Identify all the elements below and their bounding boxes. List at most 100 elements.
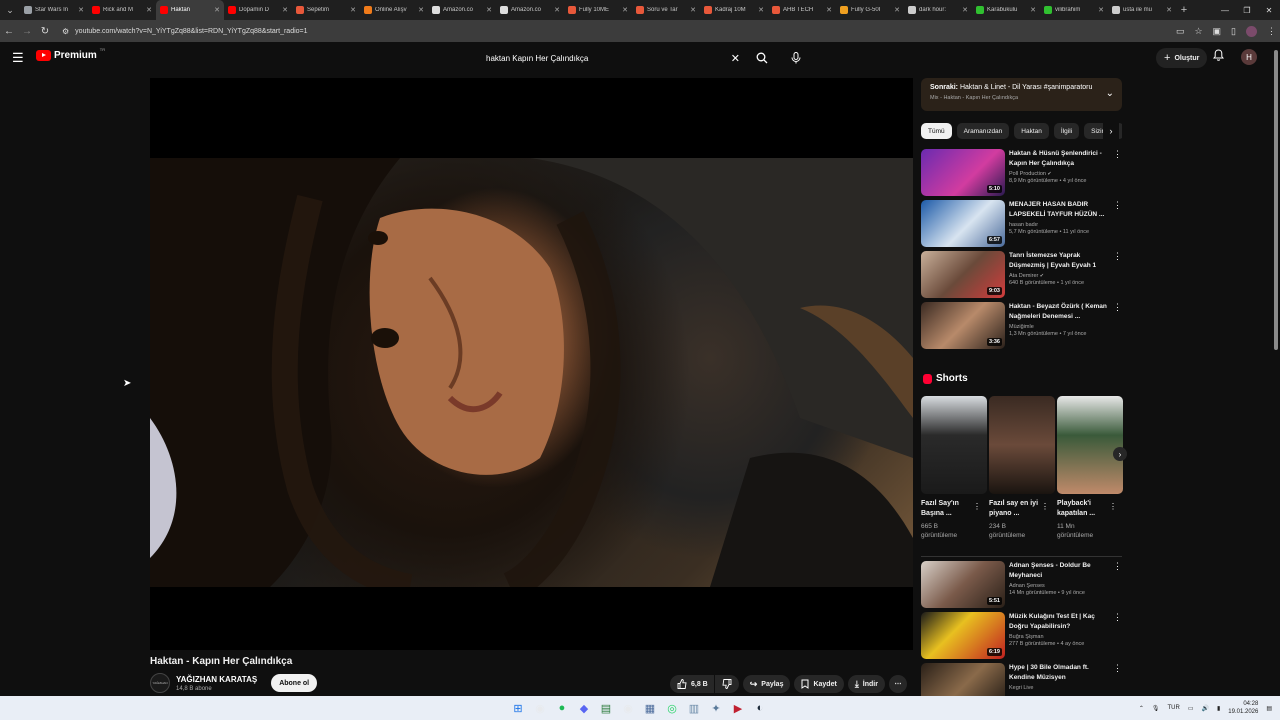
browser-tab[interactable]: Online Alışv ✕ bbox=[360, 0, 428, 20]
new-tab-button[interactable]: + bbox=[1176, 4, 1192, 16]
scrollbar-thumb[interactable] bbox=[1274, 50, 1278, 350]
short-card[interactable]: Playback'i kapatılan ... 11 Mn görüntülem… bbox=[1057, 396, 1123, 540]
short-title[interactable]: Fazıl say en iyi piyano ... bbox=[989, 499, 1041, 519]
chrome-icon[interactable]: ◉ bbox=[532, 700, 548, 716]
language-indicator[interactable]: TUR bbox=[1167, 705, 1179, 711]
files-icon[interactable]: ▥ bbox=[686, 700, 702, 716]
short-title[interactable]: Playback'i kapatılan ... bbox=[1057, 499, 1109, 519]
more-vert-icon[interactable]: ⋮ bbox=[1113, 149, 1122, 160]
filter-chip[interactable]: İlgili bbox=[1053, 123, 1080, 139]
steam-icon[interactable]: ◐ bbox=[752, 700, 768, 716]
search-input[interactable]: haktan Kapın Her Çalındıkça ✕ bbox=[478, 47, 748, 69]
more-vert-icon[interactable]: ⋮ bbox=[1113, 200, 1122, 211]
network-icon[interactable]: ▭ bbox=[1188, 705, 1194, 712]
tab-close-icon[interactable]: ✕ bbox=[1166, 6, 1172, 14]
browser-menu-icon[interactable]: ⋮ bbox=[1267, 26, 1276, 37]
short-thumbnail[interactable] bbox=[921, 396, 987, 494]
sidebar-icon[interactable]: ▯ bbox=[1231, 26, 1236, 37]
browser-tab[interactable]: vilibrahim ✕ bbox=[1040, 0, 1108, 20]
tab-close-icon[interactable]: ✕ bbox=[1098, 6, 1104, 14]
chrome-active-icon[interactable]: ◉ bbox=[620, 700, 636, 716]
related-title[interactable]: Haktan & Hüsnü Şenlendirici - Kapın Her … bbox=[1009, 149, 1109, 169]
tab-close-icon[interactable]: ✕ bbox=[622, 6, 628, 14]
more-vert-icon[interactable]: ⋮ bbox=[1113, 561, 1122, 572]
chevron-right-icon[interactable]: › bbox=[1103, 123, 1119, 139]
filter-chip[interactable]: Aramanızdan bbox=[956, 123, 1010, 139]
notification-center-icon[interactable]: ▤ bbox=[1266, 705, 1272, 712]
related-video[interactable]: 9:03 Tanrı İstemezse Yaprak Düşmezmiş | E… bbox=[921, 251, 1122, 298]
create-button[interactable]: + Oluştur bbox=[1156, 48, 1208, 68]
whatsapp-icon[interactable]: ◎ bbox=[664, 700, 680, 716]
video-player[interactable] bbox=[150, 78, 913, 650]
related-video[interactable]: 6:19 Müzik Kulağını Test Et | Kaç Doğru Y… bbox=[921, 612, 1122, 659]
video-thumbnail[interactable]: 9:03 bbox=[921, 251, 1005, 298]
tab-list-icon[interactable]: ⌄ bbox=[0, 0, 20, 20]
short-card[interactable]: Fazıl Say'ın Başına ... 665 B görüntüleme… bbox=[921, 396, 987, 540]
related-channel[interactable]: Poll Production ✔ bbox=[1009, 171, 1109, 177]
related-channel[interactable]: hasan badır bbox=[1009, 222, 1109, 228]
related-video[interactable]: 5:51 Adnan Şenses - Doldur Be Meyhaneci Ad… bbox=[921, 561, 1122, 608]
clock[interactable]: 04:28 19.01.2026 bbox=[1228, 700, 1258, 716]
tab-close-icon[interactable]: ✕ bbox=[1030, 6, 1036, 14]
browser-tab[interactable]: Fully G-50I ✕ bbox=[836, 0, 904, 20]
related-video[interactable]: 3:36 Haktan - Beyazıt Özürk ( Keman Nağme… bbox=[921, 302, 1122, 349]
browser-tab[interactable]: Karabukulu ✕ bbox=[972, 0, 1040, 20]
more-vert-icon[interactable]: ⋮ bbox=[1113, 663, 1122, 674]
browser-tab[interactable]: dark hour: ✕ bbox=[904, 0, 972, 20]
related-video[interactable]: 6:57 MENAJER HASAN BADIR LAPSEKELİ TAYFUR… bbox=[921, 200, 1122, 247]
spotify-icon[interactable]: ● bbox=[554, 700, 570, 716]
related-title[interactable]: Adnan Şenses - Doldur Be Meyhaneci bbox=[1009, 561, 1109, 581]
minimize-icon[interactable]: — bbox=[1214, 0, 1236, 20]
bookmark-star-icon[interactable]: ☆ bbox=[1194, 26, 1202, 37]
browser-tab[interactable]: Amazon.co ✕ bbox=[496, 0, 564, 20]
channel-avatar[interactable]: YAĞIZHAN bbox=[150, 673, 170, 693]
related-title[interactable]: Haktan - Beyazıt Özürk ( Keman Nağmeleri… bbox=[1009, 302, 1109, 322]
more-vert-icon[interactable]: ⋮ bbox=[1113, 251, 1122, 262]
short-title[interactable]: Fazıl Say'ın Başına ... bbox=[921, 499, 973, 519]
related-title[interactable]: MENAJER HASAN BADIR LAPSEKELİ TAYFUR HÜZ… bbox=[1009, 200, 1109, 220]
tab-close-icon[interactable]: ✕ bbox=[78, 6, 84, 14]
dislike-button[interactable] bbox=[714, 675, 739, 693]
discord-icon[interactable]: ◆ bbox=[576, 700, 592, 716]
browser-tab[interactable]: Kadraj 10M ✕ bbox=[700, 0, 768, 20]
page-scrollbar[interactable] bbox=[1272, 42, 1280, 694]
video-thumbnail[interactable]: 6:57 bbox=[921, 200, 1005, 247]
related-title[interactable]: Hype | 30 Bile Olmadan ft. Kendine Müzis… bbox=[1009, 663, 1109, 683]
download-button[interactable]: ⤓ İndir bbox=[847, 675, 885, 693]
more-vert-icon[interactable]: ⋮ bbox=[1113, 302, 1122, 313]
notepad-icon[interactable]: ▤ bbox=[598, 700, 614, 716]
profile-icon[interactable] bbox=[1246, 25, 1257, 37]
related-title[interactable]: Tanrı İstemezse Yaprak Düşmezmiş | Eyvah… bbox=[1009, 251, 1109, 271]
clear-search-icon[interactable]: ✕ bbox=[731, 52, 740, 65]
tab-close-icon[interactable]: ✕ bbox=[826, 6, 832, 14]
tab-close-icon[interactable]: ✕ bbox=[214, 6, 220, 14]
tab-close-icon[interactable]: ✕ bbox=[894, 6, 900, 14]
tab-close-icon[interactable]: ✕ bbox=[690, 6, 696, 14]
more-vert-icon[interactable]: ⋮ bbox=[973, 502, 981, 511]
calculator-icon[interactable]: ▦ bbox=[642, 700, 658, 716]
related-channel[interactable]: Buğra Şişman bbox=[1009, 634, 1109, 640]
filter-chip[interactable]: Haktan bbox=[1014, 123, 1049, 139]
search-button[interactable] bbox=[752, 47, 772, 69]
voice-search-button[interactable] bbox=[786, 47, 806, 69]
site-info-icon[interactable]: ⚙ bbox=[62, 27, 69, 36]
related-title[interactable]: Müzik Kulağını Test Et | Kaç Doğru Yapab… bbox=[1009, 612, 1109, 632]
short-thumbnail[interactable] bbox=[1057, 396, 1123, 494]
reload-icon[interactable]: ↻ bbox=[36, 26, 54, 37]
tab-close-icon[interactable]: ✕ bbox=[554, 6, 560, 14]
forward-icon[interactable]: → bbox=[18, 26, 36, 37]
tab-close-icon[interactable]: ✕ bbox=[758, 6, 764, 14]
volume-icon[interactable]: 🔊 bbox=[1202, 705, 1209, 712]
share-button[interactable]: ↪ Paylaş bbox=[742, 675, 791, 693]
browser-tab[interactable]: Fully 10ME ✕ bbox=[564, 0, 632, 20]
video-thumbnail[interactable]: 5:51 bbox=[921, 561, 1005, 608]
hamburger-menu-icon[interactable]: ☰ bbox=[12, 50, 24, 66]
more-vert-icon[interactable]: ⋮ bbox=[1041, 502, 1049, 511]
tab-close-icon[interactable]: ✕ bbox=[350, 6, 356, 14]
short-thumbnail[interactable] bbox=[989, 396, 1055, 494]
video-thumbnail[interactable]: 3:36 bbox=[921, 302, 1005, 349]
maximize-icon[interactable]: ❐ bbox=[1236, 0, 1258, 20]
tab-close-icon[interactable]: ✕ bbox=[486, 6, 492, 14]
like-button[interactable]: 6,8 B bbox=[670, 675, 714, 693]
media-icon[interactable]: ▶ bbox=[730, 700, 746, 716]
